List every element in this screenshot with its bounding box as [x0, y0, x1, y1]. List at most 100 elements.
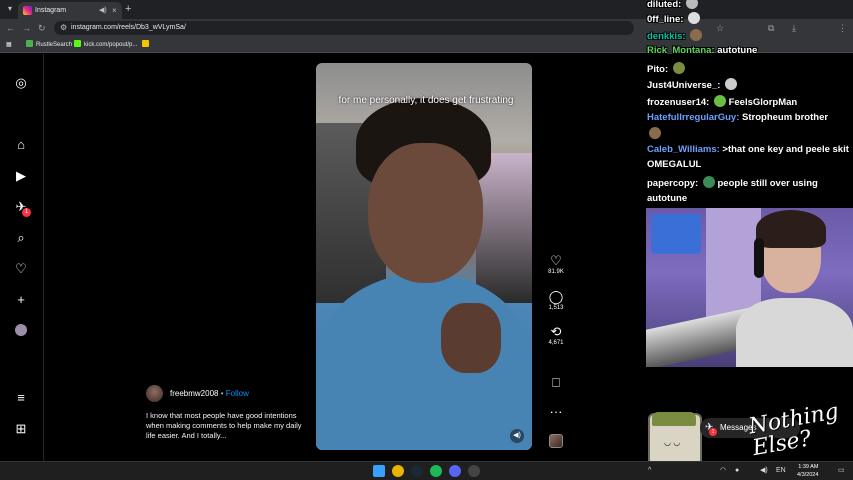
- bookmark-kick[interactable]: kick.com/popout/p...: [74, 39, 137, 51]
- profile-avatar[interactable]: [13, 324, 29, 340]
- chat-username[interactable]: diluted:: [647, 0, 681, 10]
- home-icon[interactable]: ⌂: [13, 137, 29, 153]
- tab-title: Instagram: [35, 7, 67, 14]
- notification-center-icon[interactable]: ▭: [838, 466, 845, 476]
- new-tab-button[interactable]: +: [125, 3, 131, 15]
- bookmark-folder[interactable]: [142, 39, 152, 51]
- chat-username[interactable]: denkkis:: [647, 31, 686, 42]
- chat-message: Rick_Montana: autotune: [647, 44, 852, 57]
- menu-icon[interactable]: ≡: [13, 390, 29, 406]
- chat-username[interactable]: Rick_Montana:: [647, 45, 715, 56]
- obs-icon[interactable]: [468, 465, 480, 477]
- bookmark-rustlesearch[interactable]: RustleSearch: [26, 39, 72, 51]
- streamer-hair: [756, 210, 826, 248]
- volume-icon[interactable]: ◀): [760, 466, 768, 476]
- chat-username[interactable]: Just4Universe_:: [647, 80, 720, 91]
- chat-message: frozenuser14: FeelsGlorpMan: [647, 95, 852, 109]
- chat-username[interactable]: Pito:: [647, 64, 668, 75]
- chat-username[interactable]: Caleb_Williams:: [647, 144, 720, 155]
- steam-icon[interactable]: [411, 465, 423, 477]
- reel-caption-overlay: for me personally, it does get frustrati…: [338, 95, 514, 106]
- discord-icon[interactable]: [449, 465, 461, 477]
- reel-video[interactable]: for me personally, it does get frustrati…: [316, 63, 532, 450]
- mute-icon[interactable]: ◀): [510, 429, 524, 443]
- create-icon[interactable]: +: [13, 292, 29, 308]
- heart-icon: ♡: [550, 253, 562, 268]
- post-description[interactable]: I know that most people have good intent…: [146, 411, 306, 441]
- chat-username[interactable]: frozenuser14:: [647, 97, 709, 108]
- door: [706, 208, 761, 318]
- wall-art: [651, 214, 701, 254]
- chat-message: 0ff_line:: [647, 12, 852, 26]
- like-count: 81.9K: [548, 269, 564, 275]
- repost-icon: ⟲: [550, 324, 562, 339]
- instagram-favicon-icon: [23, 6, 32, 15]
- apps-grid-icon[interactable]: ▦: [6, 39, 12, 51]
- chat-emote-icon: [649, 127, 661, 139]
- speaker-icon[interactable]: ◀): [99, 5, 107, 16]
- address-bar[interactable]: ⚙ instagram.com/reels/Db3_wVLymSa/: [54, 21, 634, 35]
- forward-icon[interactable]: →: [22, 22, 31, 34]
- site-info-icon[interactable]: ⚙: [60, 22, 67, 34]
- streamer-body: [736, 298, 853, 367]
- browser-tab-instagram[interactable]: Instagram ◀) ×: [18, 2, 122, 19]
- clock-date: 4/3/2024: [797, 472, 819, 478]
- comment-icon: ◯: [548, 289, 564, 304]
- author-avatar[interactable]: [146, 385, 163, 402]
- separator-dot: •: [220, 389, 224, 398]
- chat-emote-icon: [690, 29, 703, 41]
- chat-message: OMEGALUL: [647, 158, 852, 171]
- search-icon[interactable]: ⌕: [13, 230, 29, 246]
- url-text[interactable]: instagram.com/reels/Db3_wVLymSa/: [71, 22, 186, 34]
- more-options-button[interactable]: ···: [543, 404, 569, 419]
- chat-text: OMEGALUL: [647, 159, 702, 170]
- system-clock[interactable]: 1:39 AM 4/3/2024: [797, 463, 818, 479]
- language-icon[interactable]: EN: [776, 466, 786, 476]
- back-icon[interactable]: ←: [6, 22, 15, 34]
- audio-track-thumbnail[interactable]: [549, 434, 563, 448]
- chat-emote-icon: [688, 12, 701, 24]
- chat-text: autotune: [647, 193, 688, 204]
- follow-button[interactable]: Follow: [226, 389, 249, 398]
- chat-message: papercopy: people still over using: [647, 176, 852, 190]
- chat-message: [647, 127, 852, 141]
- apps-icon[interactable]: ⊞: [13, 421, 29, 437]
- tray-overflow-icon[interactable]: ^: [648, 466, 651, 476]
- comment-button[interactable]: ◯ 1,513: [543, 289, 569, 313]
- windows-taskbar: ^ ◠ ● ◀) EN 1:39 AM 4/3/2024 ▭: [0, 461, 853, 480]
- spotify-icon[interactable]: [430, 465, 442, 477]
- chat-message: Caleb_Williams: >that one key and peele …: [647, 143, 852, 156]
- stream-chat: diluted: 0ff_line: denkkis: Rick_Montana…: [640, 0, 853, 208]
- chat-text: >that one key and peele skit: [722, 144, 849, 155]
- author-username[interactable]: freebmw2008: [170, 389, 218, 398]
- chat-message: diluted:: [647, 0, 852, 11]
- microphone-icon[interactable]: ●: [735, 466, 739, 476]
- reload-icon[interactable]: ↻: [38, 22, 46, 34]
- windows-start-icon[interactable]: [373, 465, 385, 477]
- like-button[interactable]: ♡ 81.9K: [543, 253, 569, 277]
- network-icon[interactable]: ◠: [720, 466, 726, 476]
- reels-icon[interactable]: ▶: [13, 168, 29, 184]
- chat-username[interactable]: papercopy:: [647, 178, 698, 189]
- video-subject-face: [368, 143, 483, 283]
- more-icon: ···: [549, 404, 563, 419]
- repost-button[interactable]: ⟲ 4,671: [543, 324, 569, 348]
- save-button[interactable]: ⎕: [543, 375, 569, 390]
- heart-icon[interactable]: ♡: [13, 261, 29, 277]
- tab-search-icon[interactable]: ▾: [4, 3, 16, 15]
- chat-username[interactable]: 0ff_line:: [647, 14, 683, 25]
- chat-text: autotune: [717, 45, 758, 56]
- instagram-sidebar: ◎ ⌂ ▶ ✈ 1 ⌕ ♡ + ≡ ⊞: [0, 54, 44, 461]
- clock-time: 1:39 AM: [798, 464, 819, 470]
- chat-emote-icon: [702, 176, 715, 188]
- author-line: freebmw2008 • Follow: [170, 388, 249, 399]
- chat-username[interactable]: HatefulIrregularGuy:: [647, 112, 739, 123]
- kick-icon: [74, 40, 81, 47]
- chat-message: HatefulIrregularGuy: Stropheum brother: [647, 111, 852, 124]
- chat-emote-icon: [725, 78, 738, 90]
- instagram-logo-icon[interactable]: ◎: [13, 75, 29, 91]
- tab-close-icon[interactable]: ×: [112, 5, 117, 16]
- chat-text: people still over using: [717, 178, 818, 189]
- chrome-icon[interactable]: [392, 465, 404, 477]
- messages-badge: 1: [709, 428, 717, 436]
